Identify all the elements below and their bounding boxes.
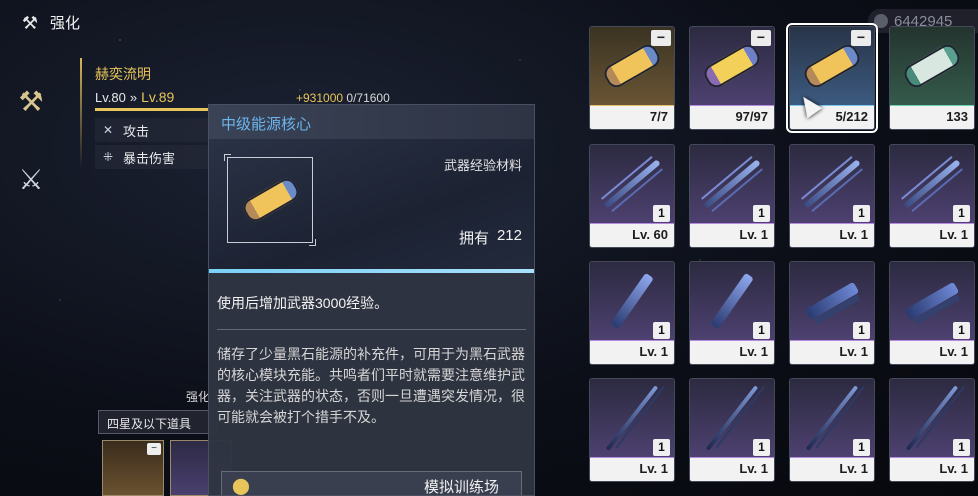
nav-divider xyxy=(80,58,82,168)
item-description: 储存了少量黑石能源的补充件，可用于为黑石武器的核心模块充能。共鸣者们平时就需要注… xyxy=(217,346,525,425)
inventory-item[interactable]: 1 Lv. 1 xyxy=(589,261,675,365)
swords-icon: ⚔ xyxy=(18,163,44,195)
inventory-item[interactable]: 1 Lv. 1 xyxy=(889,378,975,482)
item-type: 武器经验材料 xyxy=(443,158,522,173)
owned-label: 拥有 xyxy=(458,230,489,247)
crit-damage-icon: ⁜ xyxy=(102,150,114,164)
remove-button[interactable]: − xyxy=(651,30,671,46)
exp-progress: 0/71600 xyxy=(346,91,390,105)
resonance-tab[interactable]: ⚔ xyxy=(0,148,62,210)
tooltip-title: 中级能源核心 xyxy=(209,105,534,139)
item-count: Lv. 1 xyxy=(890,341,974,364)
inventory-item[interactable]: 133 xyxy=(889,26,975,130)
remove-button[interactable]: − xyxy=(851,30,871,46)
item-source-button[interactable]: ⬤ 模拟训练场 xyxy=(221,471,522,496)
energy-core-icon xyxy=(890,27,974,105)
inventory-item[interactable]: 1 Lv. 1 xyxy=(589,378,675,482)
material-slot[interactable]: − xyxy=(102,440,164,496)
item-preview xyxy=(224,154,316,246)
exp-row: +931000 0/71600 xyxy=(296,91,390,105)
inventory-item[interactable]: 1 Lv. 1 xyxy=(789,378,875,482)
item-effect: 使用后增加武器3000经验。 xyxy=(217,295,389,311)
item-count: 7/7 xyxy=(590,106,674,129)
item-count: 97/97 xyxy=(690,106,774,129)
rarity-filter-select[interactable]: 四星及以下道具 xyxy=(98,410,218,434)
item-owned: 拥有 212 xyxy=(459,227,522,248)
quantity-badge: 1 xyxy=(953,205,970,222)
inventory-item[interactable]: − 7/7 xyxy=(589,26,675,130)
exp-gain: +931000 xyxy=(296,91,344,105)
weapon-name: 赫奕流明 xyxy=(95,66,151,82)
page-header: ⚒ 强化 xyxy=(20,12,80,33)
level-row: Lv.80 » Lv.89 xyxy=(95,89,174,105)
enhance-tab[interactable]: ⚒ xyxy=(0,70,62,132)
remove-button[interactable]: − xyxy=(147,443,161,455)
quantity-badge: 1 xyxy=(653,322,670,339)
current-level: Lv.80 xyxy=(95,90,126,105)
item-count: Lv. 1 xyxy=(690,224,774,247)
location-pin-icon: ⬤ xyxy=(232,478,250,495)
item-count: Lv. 1 xyxy=(890,224,974,247)
side-nav: ⚒ ⚔ xyxy=(0,70,62,210)
source-label: 模拟训练场 xyxy=(423,478,499,496)
quantity-badge: 1 xyxy=(753,205,770,222)
level-arrow: » xyxy=(129,90,138,105)
remove-button[interactable]: − xyxy=(751,30,771,46)
stat-label: 攻击 xyxy=(123,123,150,139)
inventory-item[interactable]: 1 Lv. 1 xyxy=(789,261,875,365)
quantity-badge: 1 xyxy=(653,439,670,456)
attack-icon: ✕ xyxy=(102,123,114,137)
stat-label: 暴击伤害 xyxy=(123,150,176,166)
quantity-badge: 1 xyxy=(753,439,770,456)
inventory-item[interactable]: 1 Lv. 1 xyxy=(789,144,875,248)
item-count: Lv. 1 xyxy=(890,458,974,481)
quantity-badge: 1 xyxy=(853,322,870,339)
tooltip-hero: 武器经验材料 拥有 212 xyxy=(209,139,534,269)
quantity-badge: 1 xyxy=(853,439,870,456)
item-count: Lv. 1 xyxy=(790,341,874,364)
item-count: Lv. 1 xyxy=(690,341,774,364)
item-count: Lv. 1 xyxy=(790,458,874,481)
item-count: 133 xyxy=(890,106,974,129)
inventory-item[interactable]: 1 Lv. 1 xyxy=(889,144,975,248)
item-count: Lv. 1 xyxy=(790,224,874,247)
quantity-badge: 1 xyxy=(953,439,970,456)
inventory-item[interactable]: −5/212 xyxy=(786,23,878,133)
quantity-badge: 1 xyxy=(653,205,670,222)
page-title: 强化 xyxy=(50,15,81,32)
enhance-icon: ⚒ xyxy=(18,85,44,117)
item-count: Lv. 1 xyxy=(690,458,774,481)
enhance-icon: ⚒ xyxy=(21,12,39,33)
item-count: Lv. 60 xyxy=(590,224,674,247)
quantity-badge: 1 xyxy=(753,322,770,339)
quantity-badge: 1 xyxy=(953,322,970,339)
coin-icon xyxy=(874,14,888,28)
owned-count: 212 xyxy=(496,227,522,244)
inventory-item[interactable]: 1 Lv. 1 xyxy=(689,378,775,482)
energy-core-icon xyxy=(239,175,303,225)
quantity-badge: 1 xyxy=(853,205,870,222)
inventory-item[interactable]: 1 Lv. 1 xyxy=(689,261,775,365)
item-tooltip: 中级能源核心 武器经验材料 拥有 212 使用后增加武器3000经验。 储存了少… xyxy=(208,104,535,496)
item-count: Lv. 1 xyxy=(590,341,674,364)
item-count: Lv. 1 xyxy=(590,458,674,481)
inventory-item[interactable]: 1 Lv. 1 xyxy=(689,144,775,248)
inventory-item[interactable]: − 97/97 xyxy=(689,26,775,130)
inventory-item[interactable]: 1 Lv. 1 xyxy=(889,261,975,365)
inventory-item[interactable]: 1 Lv. 60 xyxy=(589,144,675,248)
new-level: Lv.89 xyxy=(141,89,175,105)
enhance-label: 强化 xyxy=(186,390,211,404)
